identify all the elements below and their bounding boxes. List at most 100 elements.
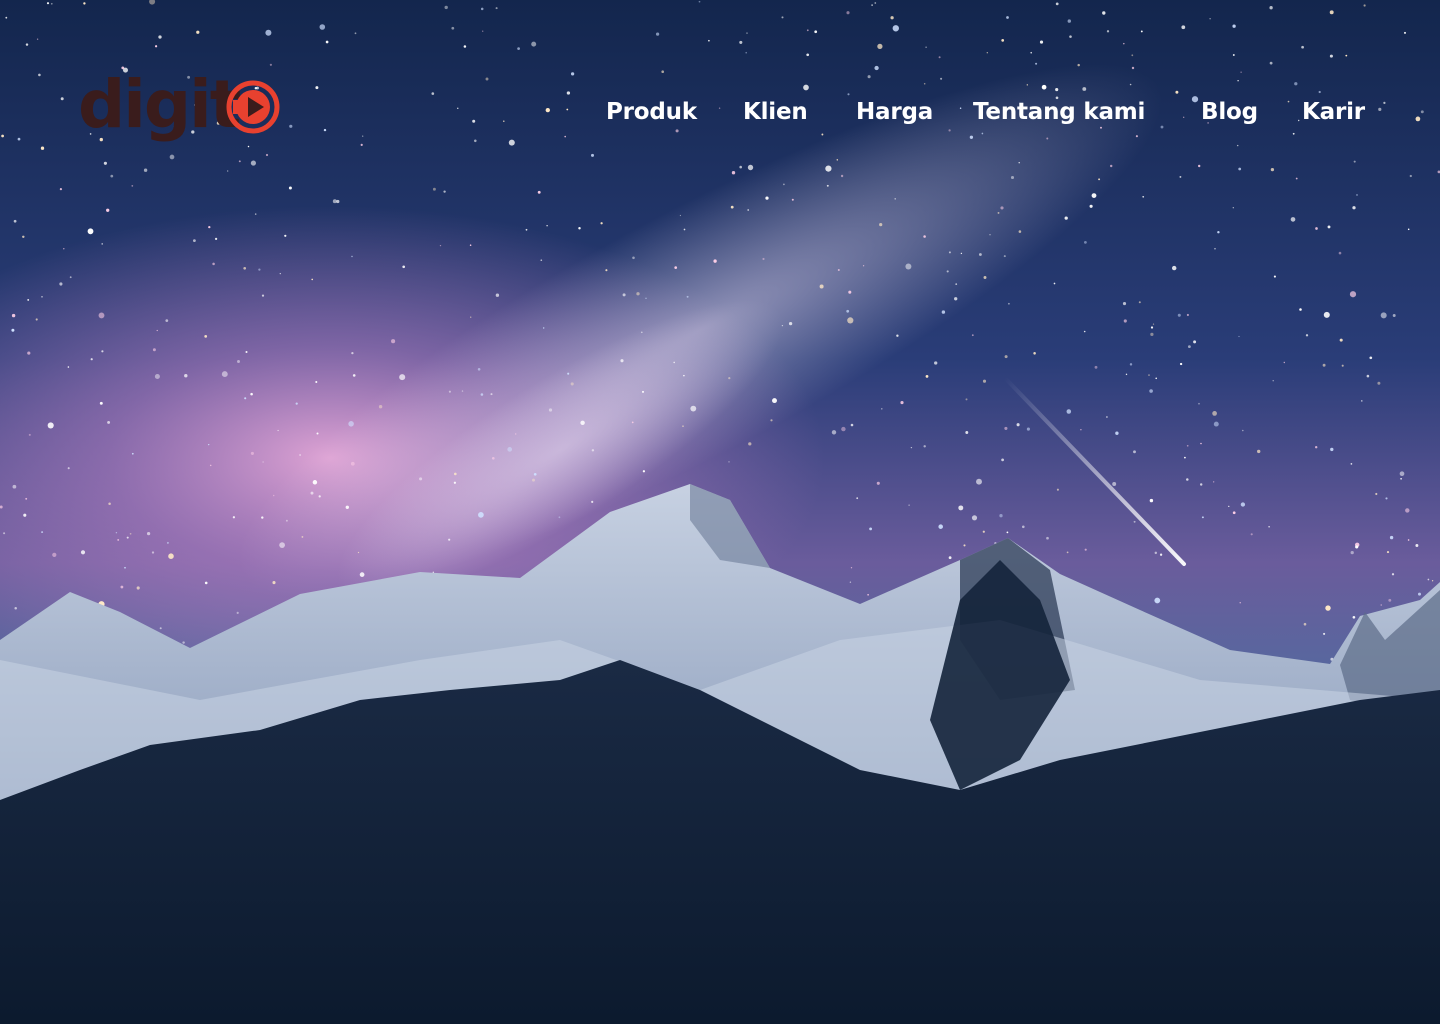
star	[908, 504, 910, 506]
star	[1228, 505, 1230, 507]
star	[1177, 313, 1181, 317]
star	[41, 296, 43, 298]
nav-link-blog[interactable]: Blog	[1201, 94, 1258, 130]
star	[567, 372, 570, 375]
star	[351, 255, 353, 258]
star	[1133, 520, 1136, 523]
star	[781, 324, 784, 327]
star	[1008, 302, 1010, 305]
star	[184, 374, 188, 378]
star	[762, 257, 765, 261]
star	[1238, 335, 1240, 338]
star	[204, 335, 208, 338]
star	[963, 544, 966, 547]
star	[542, 327, 545, 329]
star	[910, 446, 913, 449]
star	[682, 425, 684, 427]
nav-link-karir[interactable]: Karir	[1302, 94, 1365, 130]
star	[1112, 482, 1117, 486]
star	[378, 405, 383, 409]
star	[946, 270, 949, 273]
star	[47, 422, 54, 429]
star	[971, 515, 978, 521]
star	[80, 550, 86, 555]
star	[3, 532, 6, 535]
star	[23, 513, 27, 517]
star	[98, 312, 105, 319]
star	[1149, 498, 1154, 503]
star	[636, 292, 640, 296]
star	[837, 268, 840, 272]
star	[591, 449, 595, 452]
star	[1239, 602, 1241, 604]
star	[640, 331, 643, 334]
star	[989, 234, 991, 236]
star	[1213, 421, 1219, 427]
star	[310, 491, 314, 495]
star	[244, 397, 247, 400]
star	[151, 551, 155, 554]
star	[983, 276, 987, 279]
star	[546, 225, 548, 227]
star	[182, 641, 185, 644]
star	[261, 516, 264, 519]
star	[250, 392, 253, 396]
star	[955, 283, 958, 285]
star	[533, 472, 537, 476]
star	[204, 581, 208, 585]
star	[532, 478, 535, 482]
star	[1199, 483, 1203, 486]
star	[1431, 580, 1434, 582]
star	[1299, 308, 1302, 311]
star	[284, 234, 287, 237]
star	[1303, 622, 1307, 626]
star	[243, 266, 247, 270]
star	[580, 420, 585, 426]
star	[1217, 230, 1220, 234]
star	[923, 445, 926, 448]
star	[1283, 361, 1286, 364]
star	[896, 334, 899, 337]
star	[856, 497, 859, 500]
star	[495, 293, 500, 297]
star	[1240, 502, 1246, 507]
star	[208, 225, 211, 229]
star	[1214, 247, 1216, 250]
nav-link-produk[interactable]: Produk	[606, 94, 697, 130]
star	[1327, 225, 1331, 229]
star	[295, 402, 298, 405]
star	[277, 429, 279, 432]
star	[470, 316, 472, 318]
star	[13, 219, 17, 223]
star	[1392, 314, 1396, 317]
star	[156, 329, 158, 332]
star	[831, 430, 837, 435]
star	[1322, 363, 1326, 367]
star	[1386, 551, 1390, 554]
star	[448, 538, 451, 541]
star	[491, 456, 495, 460]
star	[469, 244, 472, 246]
star	[1084, 241, 1087, 244]
star	[548, 408, 553, 412]
nav-link-klien[interactable]: Klien	[743, 94, 808, 130]
star	[279, 542, 285, 548]
star	[101, 243, 103, 245]
nav-link-harga[interactable]: Harga	[856, 94, 933, 130]
star	[1125, 373, 1128, 376]
star	[168, 553, 174, 559]
star	[1375, 492, 1378, 496]
star	[272, 581, 276, 585]
star	[136, 586, 140, 590]
star	[1388, 598, 1392, 602]
star	[131, 452, 134, 455]
star	[728, 377, 731, 380]
star	[1016, 423, 1020, 427]
star	[262, 461, 264, 463]
star	[1427, 578, 1430, 581]
star	[1105, 416, 1108, 418]
star	[27, 298, 30, 301]
nav-link-tentang-kami[interactable]: Tentang kami	[973, 94, 1145, 130]
star	[850, 423, 854, 427]
star	[108, 502, 111, 506]
